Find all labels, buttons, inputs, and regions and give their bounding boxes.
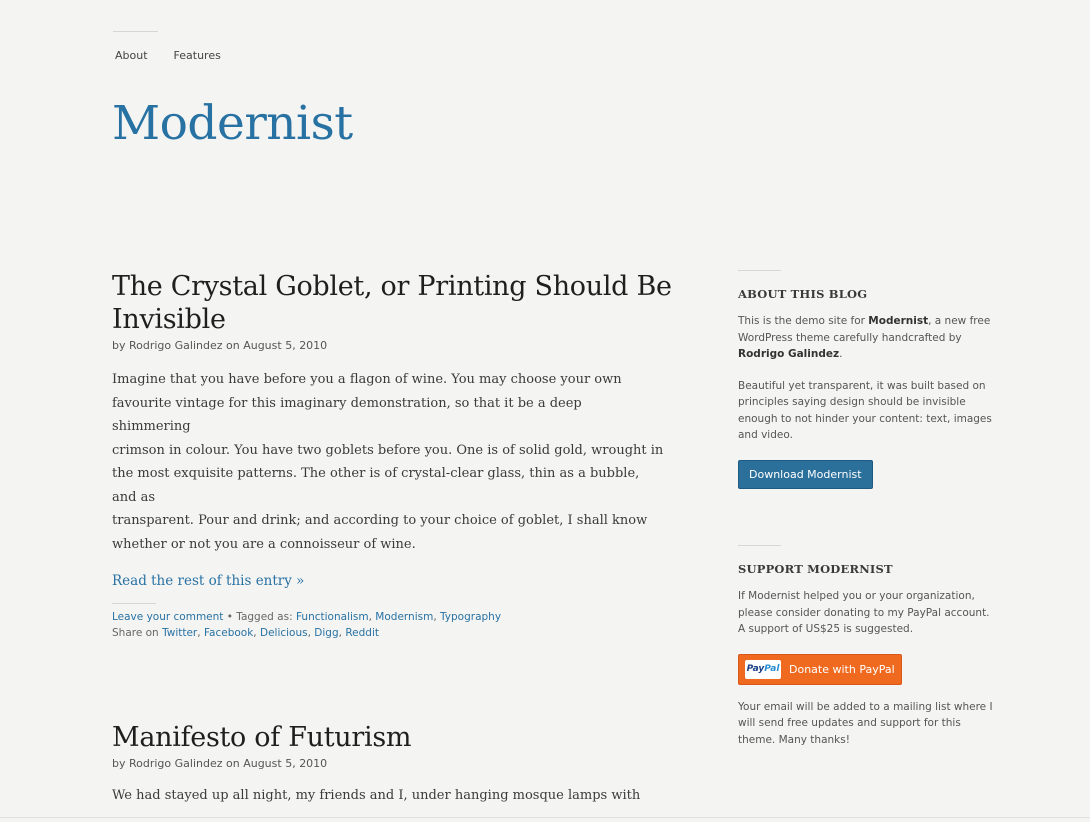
tag-link-typography[interactable]: Typography — [440, 611, 501, 623]
nav-item-about[interactable]: About — [115, 49, 148, 62]
donate-paypal-button[interactable]: Pay Pal Donate with PayPal — [738, 653, 902, 685]
excerpt-line: transparent. Pour and drink; and accordi… — [112, 513, 648, 528]
nav-divider — [113, 31, 158, 32]
sidebar-divider — [738, 270, 781, 271]
post-title-line: Invisible — [112, 304, 226, 335]
share-link-twitter[interactable]: Twitter — [162, 627, 197, 639]
nav-item-features[interactable]: Features — [174, 49, 221, 62]
excerpt-line: the most exquisite patterns. The other i… — [112, 466, 640, 505]
site-title[interactable]: Modernist — [112, 96, 353, 151]
post-title[interactable]: Manifesto of Futurism — [112, 721, 672, 754]
post-excerpt: We had stayed up all night, my friends a… — [112, 784, 664, 808]
share-link-delicious[interactable]: Delicious — [260, 627, 308, 639]
post-title[interactable]: The Crystal Goblet, or Printing Should B… — [112, 270, 672, 336]
post: The Crystal Goblet, or Printing Should B… — [112, 270, 672, 641]
leave-comment-link[interactable]: Leave your comment — [112, 611, 223, 623]
share-label: Share on — [112, 627, 163, 639]
excerpt-line: We had stayed up all night, my friends a… — [112, 788, 641, 803]
author-name: Rodrigo Galindez — [738, 348, 840, 360]
post-byline: by Rodrigo Galindez on August 5, 2010 — [112, 757, 328, 770]
post-meta: Leave your comment • Tagged as: Function… — [112, 611, 502, 639]
read-more-link[interactable]: Read the rest of this entry » — [112, 573, 304, 589]
paypal-logo-icon: Pay Pal — [745, 659, 781, 679]
sidebar-heading: ABOUT THIS BLOG — [738, 287, 868, 301]
tag-link-functionalism[interactable]: Functionalism — [296, 611, 369, 623]
excerpt-line: whether or not you are a connoisseur of … — [112, 536, 416, 552]
excerpt-line: favourite vintage for this imaginary dem… — [112, 395, 582, 435]
paypal-logo-pay: Pay — [746, 664, 765, 674]
about-text-c: . — [839, 348, 843, 360]
share-link-reddit[interactable]: Reddit — [345, 627, 379, 639]
post-excerpt: Imagine that you have before you a flago… — [112, 368, 664, 556]
sidebar-text: If Modernist helped you or your organiza… — [738, 590, 990, 635]
post: Manifesto of Futurism by Rodrigo Galinde… — [112, 721, 672, 808]
post-title-line: The Crystal Goblet, or Printing Should B… — [112, 271, 672, 302]
tagged-label: • Tagged as: — [223, 611, 296, 623]
page: About Features Modernist The Crystal Gob… — [0, 0, 1090, 822]
tag-link-modernism[interactable]: Modernism — [375, 611, 433, 623]
post-byline: by Rodrigo Galindez on August 5, 2010 — [112, 339, 328, 352]
sidebar-heading: SUPPORT MODERNIST — [738, 562, 893, 576]
sidebar-divider — [738, 545, 781, 546]
share-link-facebook[interactable]: Facebook — [204, 627, 253, 639]
main-nav: About Features — [115, 49, 221, 62]
sidebar-text: Your email will be added to a mailing li… — [738, 700, 993, 746]
paypal-logo-pal: Pal — [764, 664, 780, 674]
donate-button-label: Donate with PayPal — [789, 662, 895, 676]
page-bottom-edge — [0, 817, 1090, 818]
sidebar-text: This is the demo site for Modernist, a n… — [738, 313, 1000, 363]
download-button[interactable]: Download Modernist — [738, 459, 873, 489]
about-text-a: This is the demo site for — [738, 315, 869, 327]
sidebar-support: SUPPORT MODERNIST If Modernist helped yo… — [738, 545, 1008, 748]
share-link-digg[interactable]: Digg — [314, 627, 338, 639]
excerpt-line: crimson in colour. You have two goblets … — [112, 442, 664, 458]
excerpt-line: Imagine that you have before you a flago… — [112, 372, 622, 387]
sidebar-text: Beautiful yet transparent, it was built … — [738, 379, 992, 442]
sidebar-about: ABOUT THIS BLOG This is the demo site fo… — [738, 270, 1008, 489]
meta-divider — [112, 603, 156, 604]
theme-name: Modernist — [868, 315, 929, 327]
